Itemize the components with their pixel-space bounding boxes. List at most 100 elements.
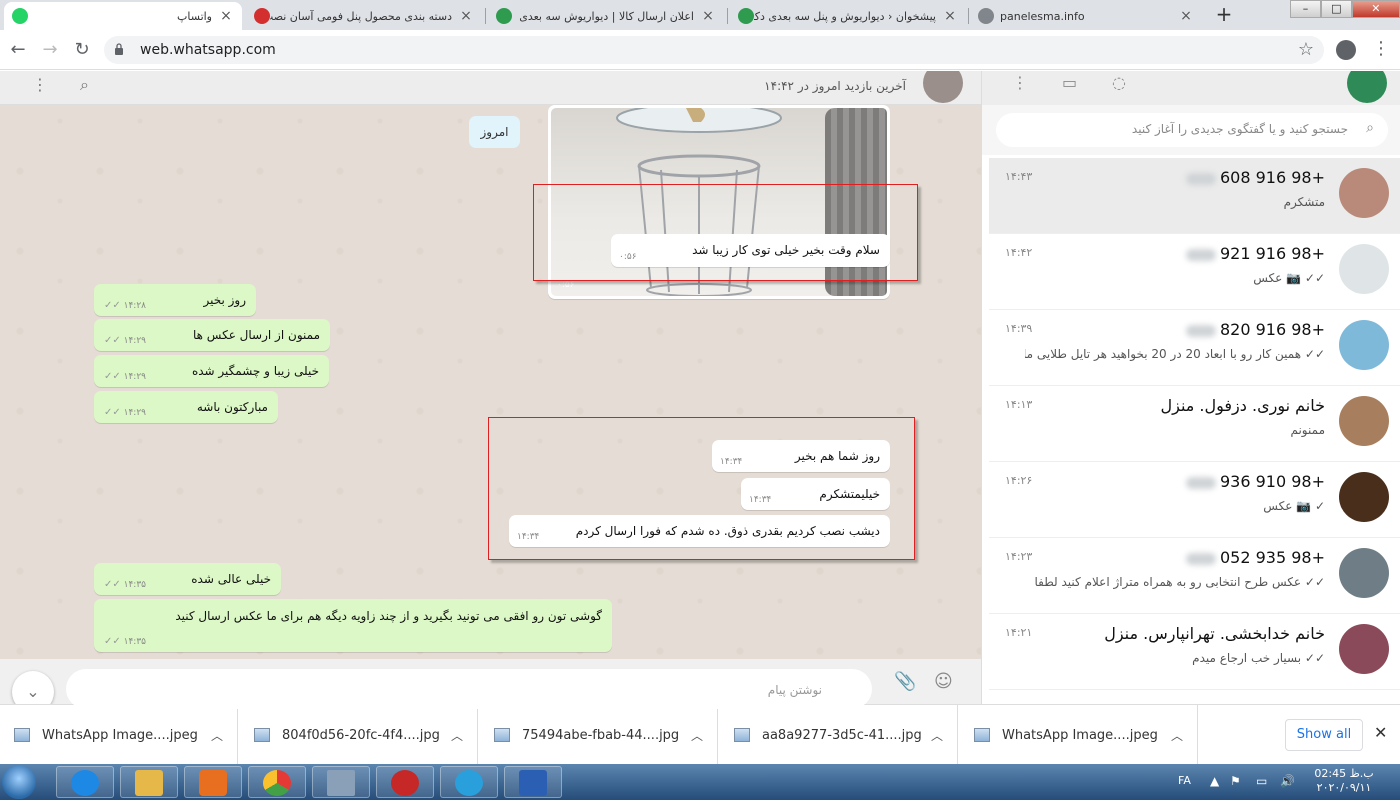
input-language[interactable]: FA (1178, 774, 1191, 787)
outgoing-message[interactable]: خیلی زیبا و چشمگیر شده ✓✓ ۱۴:۲۹ (94, 355, 329, 387)
chevron-up-icon[interactable]: ︿ (211, 727, 223, 744)
blurred-digits (1185, 172, 1216, 185)
date-divider: امروز (469, 116, 520, 148)
tab-dashboard[interactable]: پیشخوان ‹ دیواریوش و پنل سه بعدی دکور × (730, 2, 966, 30)
outgoing-message[interactable]: خیلی عالی شده ✓✓ ۱۴:۳۵ (94, 563, 281, 595)
message-time: ✓✓ ۱۴:۲۸ (104, 300, 147, 311)
contact-avatar[interactable] (923, 71, 963, 103)
download-item[interactable]: WhatsApp Image....jpeg ︿ (0, 705, 238, 765)
profile-avatar-icon[interactable] (1336, 40, 1356, 60)
attach-paperclip-icon[interactable]: 📎 (894, 671, 916, 692)
conversation-header[interactable]: ⋮ ⌕ آخرین بازدید امروز در ۱۴:۴۲ (0, 71, 981, 105)
chat-time: ۱۴:۳۹ (1005, 322, 1033, 335)
download-filename: 75494abe-fbab-44....jpg (522, 727, 680, 743)
reload-icon[interactable]: ↻ (70, 38, 94, 62)
chat-list-item[interactable]: خانم نوری. دزفول. منزل ممنونم ۱۴:۱۳ (989, 386, 1400, 462)
close-window-button[interactable]: ✕ (1351, 0, 1400, 18)
tab-whatsapp[interactable]: واتساپ × (4, 2, 242, 30)
file-explorer-icon[interactable] (120, 766, 178, 798)
chat-list-item[interactable]: +98 935 052 ✓✓ عکس طرح انتخابی رو به همر… (989, 538, 1400, 614)
address-bar[interactable]: web.whatsapp.com ☆ (104, 36, 1324, 64)
blurred-digits (1185, 552, 1216, 565)
chat-preview: ممنونم (1290, 423, 1325, 437)
tab-shipping-notice[interactable]: اعلان ارسال کالا | دیواریوش سه بعدی × (488, 2, 724, 30)
conversation-panel: ⋮ ⌕ آخرین بازدید امروز در ۱۴:۴۲ امروز ۰:… (0, 71, 981, 704)
chat-list-item[interactable]: خانم خدابخشی. تهرانپارس. منزل ✓✓ بسیار خ… (989, 614, 1400, 690)
word-icon[interactable] (504, 766, 562, 798)
last-seen-status: آخرین بازدید امروز در ۱۴:۴۲ (764, 79, 906, 93)
tab-separator (727, 8, 728, 24)
tab-close-icon[interactable]: × (700, 8, 716, 24)
show-all-downloads-button[interactable]: Show all (1285, 719, 1363, 751)
media-player-icon[interactable] (184, 766, 242, 798)
search-input[interactable]: جستجو کنید و یا گفتگوی جدیدی را آغاز کنی… (996, 113, 1388, 147)
chrome-icon[interactable] (248, 766, 306, 798)
action-center-icon[interactable]: ⚑ (1230, 774, 1241, 788)
chat-name: خانم نوری. دزفول. منزل (1160, 396, 1325, 415)
status-icon[interactable]: ◌ (1112, 73, 1126, 92)
start-button[interactable] (2, 765, 36, 799)
tab-product-category[interactable]: دسته بندی محصول پنل فومی آسان نصب × (246, 2, 482, 30)
downloads-bar: WhatsApp Image....jpeg ︿ 804f0d56-20fc-4… (0, 704, 1400, 765)
outgoing-message[interactable]: ممنون از ارسال عکس ها ✓✓ ۱۴:۲۹ (94, 319, 330, 351)
site-favicon-icon (254, 8, 270, 24)
download-item[interactable]: aa8a9277-3d5c-41....jpg ︿ (720, 705, 958, 765)
new-chat-icon[interactable]: ▭ (1062, 73, 1077, 92)
chevron-up-icon[interactable]: ︿ (931, 727, 943, 744)
bookmark-star-icon[interactable]: ☆ (1298, 39, 1314, 60)
site-favicon-icon (496, 8, 512, 24)
chat-list-item[interactable]: +98 916 608 متشکرم ۱۴:۴۳ (989, 158, 1400, 234)
menu-dots-icon[interactable]: ⋮ (32, 75, 48, 94)
chat-time: ۱۴:۲۳ (1005, 550, 1033, 563)
tab-separator (968, 8, 969, 24)
minimize-button[interactable]: – (1290, 0, 1321, 18)
chat-search: جستجو کنید و یا گفتگوی جدیدی را آغاز کنی… (982, 105, 1400, 155)
message-input[interactable]: نوشتن پیام (66, 669, 872, 709)
chat-list-item[interactable]: +98 916 921 ✓✓ 📷 عکس ۱۴:۴۲ (989, 234, 1400, 310)
message-time: ✓✓ ۱۴:۳۵ (104, 579, 147, 590)
chevron-up-icon[interactable]: ︿ (451, 727, 463, 744)
outgoing-message[interactable]: روز بخیر ✓✓ ۱۴:۲۸ (94, 284, 256, 316)
download-item[interactable]: WhatsApp Image....jpeg ︿ (960, 705, 1198, 765)
outgoing-message[interactable]: گوشی تون رو افقی می تونید بگیرید و از چن… (94, 599, 612, 652)
search-icon[interactable]: ⌕ (80, 75, 89, 95)
volume-icon[interactable]: 🔊 (1280, 774, 1295, 788)
tab-close-icon[interactable]: × (218, 8, 234, 24)
my-profile-avatar[interactable] (1347, 71, 1387, 103)
document-viewer-icon[interactable] (312, 766, 370, 798)
download-item[interactable]: 804f0d56-20fc-4f4....jpg ︿ (240, 705, 478, 765)
new-tab-button[interactable]: + (1211, 3, 1237, 27)
tab-close-icon[interactable]: × (1178, 8, 1194, 24)
system-clock[interactable]: 02:45 ب.ظ ۲۰۲۰/۰۹/۱۱ (1308, 767, 1380, 795)
tab-close-icon[interactable]: × (942, 8, 958, 24)
psiphon-icon[interactable] (376, 766, 434, 798)
back-arrow-icon[interactable]: ← (6, 38, 30, 62)
chat-list-item[interactable]: +98 916 820 ✓✓ همین کار رو با ابعاد 20 د… (989, 310, 1400, 386)
blurred-digits (1185, 324, 1216, 337)
double-check-icon: ✓✓ (104, 335, 121, 346)
default-avatar-icon (1339, 244, 1389, 294)
url-text: web.whatsapp.com (140, 42, 276, 58)
download-filename: 804f0d56-20fc-4f4....jpg (282, 727, 440, 743)
network-icon[interactable]: ▭ (1256, 774, 1267, 788)
tab-panelesma[interactable]: panelesma.info × (970, 2, 1202, 30)
browser-menu-icon[interactable]: ⋮ (1372, 38, 1390, 59)
search-placeholder: جستجو کنید و یا گفتگوی جدیدی را آغاز کنی… (1131, 122, 1348, 136)
download-item[interactable]: 75494abe-fbab-44....jpg ︿ (480, 705, 718, 765)
chevron-up-icon[interactable]: ︿ (1171, 727, 1183, 744)
telegram-icon[interactable] (440, 766, 498, 798)
contact-avatar (1339, 168, 1389, 218)
outgoing-message[interactable]: مبارکتون باشه ✓✓ ۱۴:۲۹ (94, 391, 278, 423)
chevron-up-icon[interactable]: ︿ (691, 727, 703, 744)
internet-explorer-icon[interactable] (56, 766, 114, 798)
contact-avatar (1339, 624, 1389, 674)
forward-arrow-icon[interactable]: → (38, 38, 62, 62)
emoji-icon[interactable]: ☺ (934, 671, 953, 692)
maximize-button[interactable]: □ (1320, 0, 1352, 18)
clock-time: 02:45 ب.ظ (1314, 767, 1374, 780)
chat-list-item[interactable]: +98 910 936 ✓ 📷 عکس ۱۴:۲۶ (989, 462, 1400, 538)
close-icon[interactable]: ✕ (1374, 723, 1387, 742)
tab-close-icon[interactable]: × (458, 8, 474, 24)
menu-dots-icon[interactable]: ⋮ (1012, 73, 1028, 92)
show-hidden-icons-icon[interactable]: ▲ (1210, 774, 1219, 788)
